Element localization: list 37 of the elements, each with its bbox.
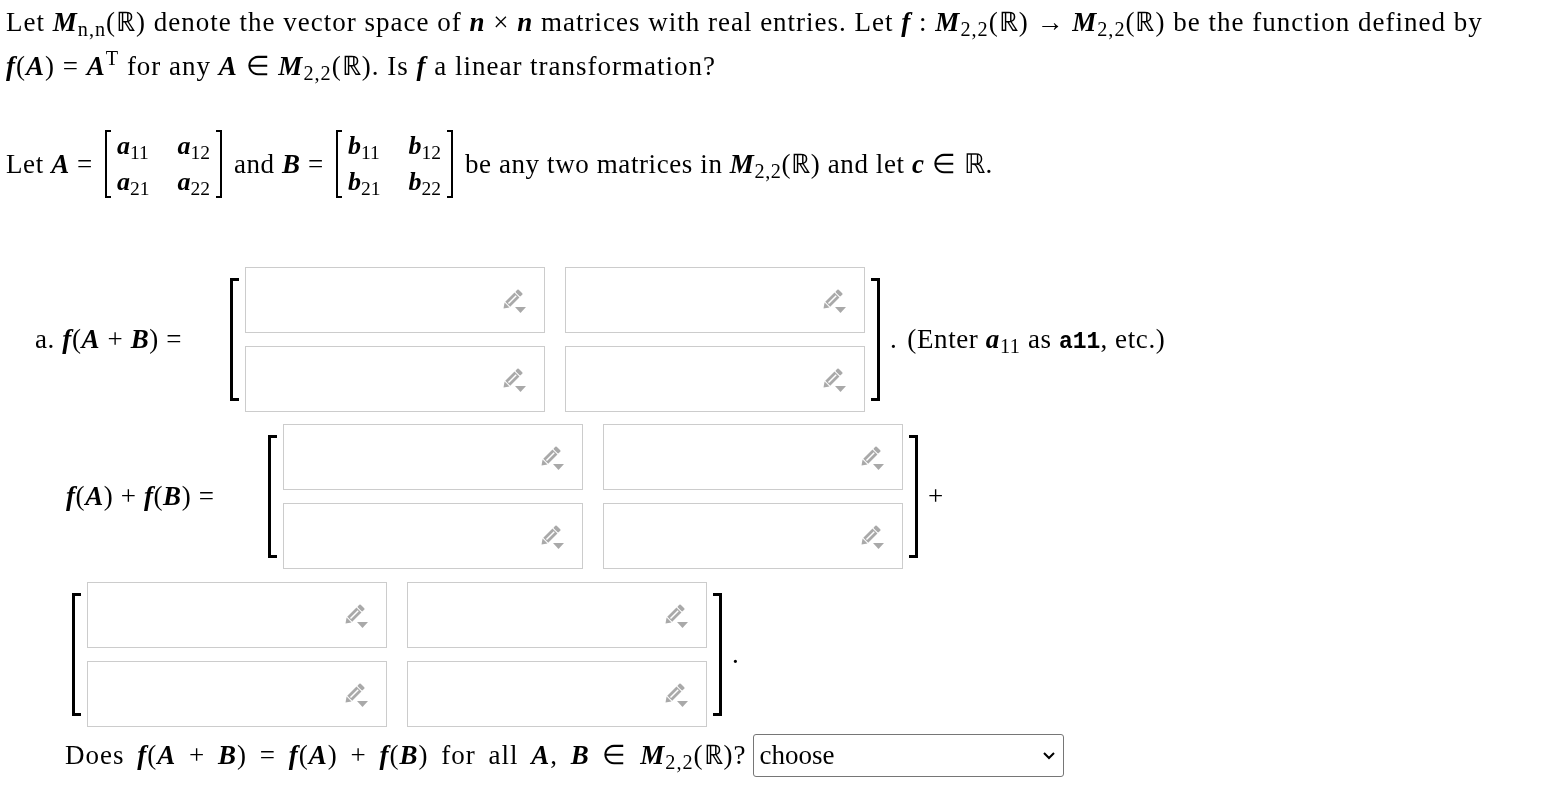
matrix-entry: b$_{22}$ <box>408 168 441 196</box>
answer-field[interactable] <box>565 346 865 412</box>
punctuation-mark: + <box>928 480 944 514</box>
matrix-entry: b$_{11}$ <box>347 132 381 160</box>
setup-text: Let A = <box>6 147 93 181</box>
punctuation-mark: . <box>890 323 898 357</box>
setup-text: be any two matrices in M$_{2,2}$(ℝ) and let c ∈ ℝ. <box>464 147 993 184</box>
answer-field[interactable] <box>87 582 387 648</box>
answer-field[interactable] <box>283 503 583 569</box>
matrix-entry: b$_{12}$ <box>408 132 441 160</box>
answer-label: a. f(A + B) = <box>35 324 182 355</box>
matrix-entry: b$_{21}$ <box>347 168 381 196</box>
right-bracket <box>215 130 222 198</box>
setup-text: and B = <box>233 147 324 181</box>
answer-field[interactable] <box>603 503 903 569</box>
question-text: Does f(A + B) = f(A) + f(B) for all A, B ∈ M$_{2,2}$(ℝ)? <box>65 739 747 776</box>
matrix-entry: a$_{12}$ <box>177 132 210 160</box>
answer-field[interactable] <box>245 346 545 412</box>
answer-field[interactable] <box>407 661 707 727</box>
answer-field[interactable] <box>245 267 545 333</box>
choose-select[interactable]: choose <box>752 734 1064 777</box>
left-bracket <box>104 130 111 198</box>
left-bracket <box>335 130 342 198</box>
chevron-down-icon <box>1042 751 1055 760</box>
punctuation-mark: . <box>732 638 740 672</box>
question-text: Let M$_{n,n}$(ℝ) denote the vector space of n × n matrices with real entries. Let f : M$_{2,2}$(ℝ) → M$_{2,2}$(ℝ) be the function defined by f(A) = A$^{T}$ for any A ∈ M$_{2,2}$(ℝ). Is f a linear transformation? <box>6 6 1484 87</box>
answer-field[interactable] <box>283 424 583 490</box>
right-bracket <box>446 130 453 198</box>
matrix-entry: a$_{11}$ <box>116 132 150 160</box>
answer-label: f(A) + f(B) = <box>66 481 215 512</box>
matrix-entry: a$_{21}$ <box>116 168 150 196</box>
answer-field[interactable] <box>87 661 387 727</box>
answer-field[interactable] <box>407 582 707 648</box>
answer-field[interactable] <box>565 267 865 333</box>
matrix-entry: a$_{22}$ <box>177 168 210 196</box>
answer-field[interactable] <box>603 424 903 490</box>
hint-text: (Enter a$_{11}$ as a11, etc.) <box>907 323 1166 360</box>
